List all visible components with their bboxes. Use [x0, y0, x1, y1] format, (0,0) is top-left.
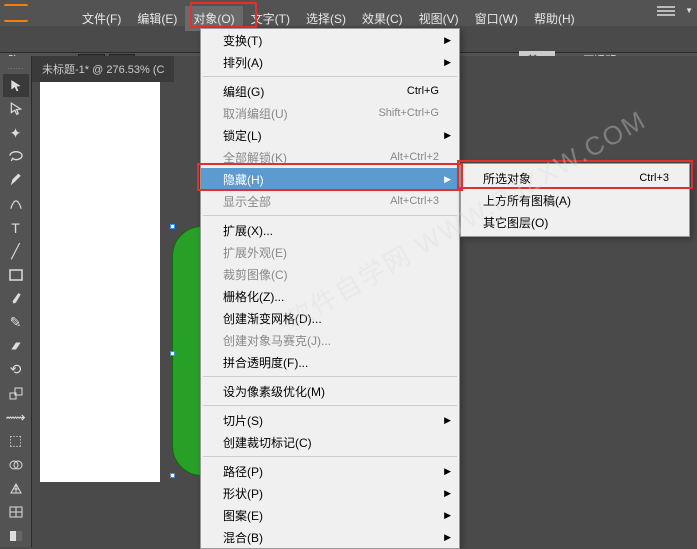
menu-mosaic: 创建对象马赛克(J)... — [201, 329, 459, 351]
menu-window[interactable]: 窗口(W) — [467, 6, 526, 31]
rotate-tool[interactable]: ⟲ — [3, 359, 29, 382]
hide-submenu: 所选对象Ctrl+3 上方所有图稿(A) 其它图层(O) — [460, 163, 690, 237]
menu-gradient-mesh[interactable]: 创建渐变网格(D)... — [201, 307, 459, 329]
shaper-tool[interactable]: ✎ — [3, 311, 29, 334]
mesh-tool[interactable] — [3, 501, 29, 524]
toolbox: ⋯⋯ ✦ T ╱ ✎ ⟲ ⟿ ⬚ — [0, 56, 32, 547]
resize-handle[interactable] — [170, 224, 175, 229]
arrange-docs-icon[interactable] — [657, 6, 675, 18]
canvas[interactable] — [40, 82, 160, 482]
menu-crop-image: 裁剪图像(C) — [201, 263, 459, 285]
menu-hide[interactable]: 隐藏(H)▶ — [201, 168, 459, 190]
menu-shape[interactable]: 形状(P)▶ — [201, 482, 459, 504]
gradient-tool[interactable] — [3, 524, 29, 547]
curvature-tool[interactable] — [3, 193, 29, 216]
chevron-down-icon: ▼ — [685, 6, 693, 15]
menu-slice[interactable]: 切片(S)▶ — [201, 409, 459, 431]
resize-handle[interactable] — [170, 473, 175, 478]
menu-expand[interactable]: 扩展(X)... — [201, 219, 459, 241]
document-tab[interactable]: 未标题-1* @ 276.53% (C — [32, 56, 174, 82]
rectangle-tool[interactable] — [3, 264, 29, 287]
menu-show-all: 显示全部Alt+Ctrl+3 — [201, 190, 459, 212]
submenu-arrow-icon: ▶ — [444, 174, 451, 185]
magic-wand-tool[interactable]: ✦ — [3, 122, 29, 145]
toolbox-grip[interactable]: ⋯⋯ — [8, 64, 24, 73]
menu-help[interactable]: 帮助(H) — [526, 6, 583, 31]
menu-pixel-perfect[interactable]: 设为像素级优化(M) — [201, 380, 459, 402]
object-menu-dropdown: 变换(T)▶ 排列(A)▶ 编组(G)Ctrl+G 取消编组(U)Shift+C… — [200, 28, 460, 549]
paintbrush-tool[interactable] — [3, 288, 29, 311]
menu-pattern[interactable]: 图案(E)▶ — [201, 504, 459, 526]
menu-file[interactable]: 文件(F) — [74, 6, 129, 31]
menu-trim-marks[interactable]: 创建裁切标记(C) — [201, 431, 459, 453]
submenu-arrow-icon: ▶ — [444, 488, 451, 499]
shape-builder-tool[interactable] — [3, 453, 29, 476]
submenu-arrow-icon: ▶ — [444, 532, 451, 543]
type-tool[interactable]: T — [3, 216, 29, 239]
submenu-other-layers[interactable]: 其它图层(O) — [461, 211, 689, 233]
eraser-tool[interactable] — [3, 335, 29, 358]
submenu-arrow-icon: ▶ — [444, 130, 451, 141]
menu-separator — [203, 376, 457, 377]
submenu-arrow-icon: ▶ — [444, 35, 451, 46]
menu-rasterize[interactable]: 栅格化(Z)... — [201, 285, 459, 307]
menu-expand-appearance: 扩展外观(E) — [201, 241, 459, 263]
menu-separator — [203, 405, 457, 406]
line-tool[interactable]: ╱ — [3, 240, 29, 263]
submenu-arrow-icon: ▶ — [444, 57, 451, 68]
menu-arrange[interactable]: 排列(A)▶ — [201, 51, 459, 73]
submenu-selection[interactable]: 所选对象Ctrl+3 — [461, 167, 689, 189]
menu-flatten[interactable]: 拼合透明度(F)... — [201, 351, 459, 373]
submenu-arrow-icon: ▶ — [444, 415, 451, 426]
menu-unlock-all: 全部解锁(K)Alt+Ctrl+2 — [201, 146, 459, 168]
menu-path[interactable]: 路径(P)▶ — [201, 460, 459, 482]
submenu-arrow-icon: ▶ — [444, 466, 451, 477]
menu-lock[interactable]: 锁定(L)▶ — [201, 124, 459, 146]
perspective-tool[interactable] — [3, 477, 29, 500]
scale-tool[interactable] — [3, 382, 29, 405]
menubar: 文件(F) 编辑(E) 对象(O) 文字(T) 选择(S) 效果(C) 视图(V… — [0, 6, 697, 20]
menu-separator — [203, 456, 457, 457]
menu-group[interactable]: 编组(G)Ctrl+G — [201, 80, 459, 102]
menu-transform[interactable]: 变换(T)▶ — [201, 29, 459, 51]
menu-blend[interactable]: 混合(B)▶ — [201, 526, 459, 548]
free-transform-tool[interactable]: ⬚ — [3, 430, 29, 453]
lasso-tool[interactable] — [3, 145, 29, 168]
selection-tool[interactable] — [3, 74, 29, 97]
direct-select-tool[interactable] — [3, 98, 29, 121]
menu-separator — [203, 215, 457, 216]
submenu-above[interactable]: 上方所有图稿(A) — [461, 189, 689, 211]
pen-tool[interactable] — [3, 169, 29, 192]
submenu-arrow-icon: ▶ — [444, 510, 451, 521]
menu-edit[interactable]: 编辑(E) — [129, 6, 185, 31]
resize-handle[interactable] — [170, 351, 175, 356]
width-tool[interactable]: ⟿ — [3, 406, 29, 429]
menu-separator — [203, 76, 457, 77]
menu-ungroup: 取消编组(U)Shift+Ctrl+G — [201, 102, 459, 124]
